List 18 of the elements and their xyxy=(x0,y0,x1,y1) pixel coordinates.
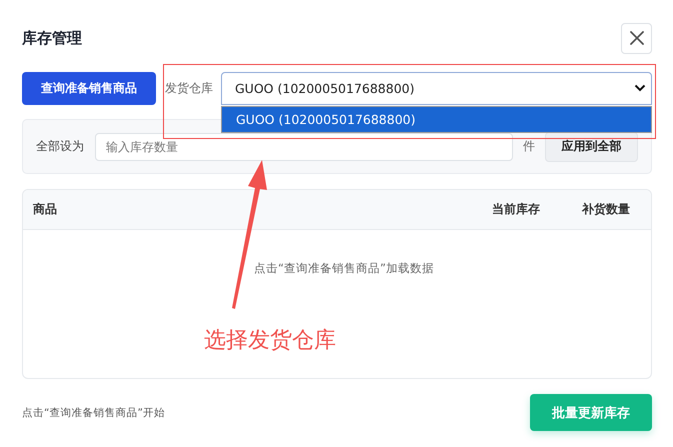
warehouse-option[interactable]: GUOO (1020005017688800) xyxy=(222,106,651,132)
chevron-down-icon xyxy=(634,84,646,92)
annotation-text: 选择发货仓库 xyxy=(204,327,336,355)
warehouse-label: 发货仓库 xyxy=(165,80,214,96)
footer-hint: 点击“查询准备销售商品”开始 xyxy=(22,406,165,420)
empty-message: 点击“查询准备销售商品”加载数据 xyxy=(254,261,434,277)
set-all-label: 全部设为 xyxy=(36,138,85,155)
column-header: 当前库存 xyxy=(491,201,541,218)
column-header: 商品 xyxy=(32,201,58,218)
column-header: 补货数量 xyxy=(580,201,631,218)
query-products-button[interactable]: 查询准备销售商品 xyxy=(22,72,156,104)
stock-quantity-input[interactable]: 输入库存数量 xyxy=(95,132,513,160)
unit-label: 件 xyxy=(523,138,535,155)
close-icon xyxy=(628,30,644,46)
apply-all-button[interactable]: 应用到全部 xyxy=(545,132,638,162)
close-button[interactable] xyxy=(621,22,652,54)
dialog-title: 库存管理 xyxy=(22,28,82,48)
warehouse-select[interactable]: GUOO (1020005017688800) xyxy=(221,72,652,104)
